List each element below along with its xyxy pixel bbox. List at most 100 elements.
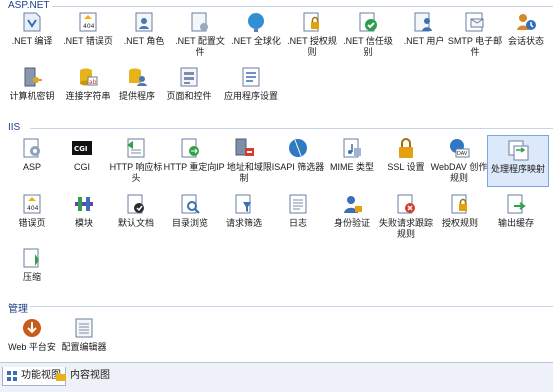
tile-asp[interactable]: ASP xyxy=(4,136,60,174)
tile-authentication[interactable]: 身份验证 xyxy=(324,192,380,230)
tile-label: 会话状态 xyxy=(507,36,544,46)
ip-restriction-icon xyxy=(235,138,254,156)
email-icon xyxy=(465,12,484,32)
svg-text:CGI: CGI xyxy=(74,145,88,153)
tile-label: 提供程序 xyxy=(118,91,155,101)
tile-label: HTTP 重定向 xyxy=(163,162,217,172)
directory-browse-icon xyxy=(181,194,200,214)
web-platform-icon xyxy=(23,319,41,337)
tile-failed-request-tracing[interactable]: 失败请求跟踪规则 xyxy=(378,192,434,242)
tile-label: SSL 设置 xyxy=(387,162,425,172)
tile-mime-types[interactable]: MIME 类型 xyxy=(324,136,380,174)
tile-net-authorization-rules[interactable]: .NET 授权规则 xyxy=(284,10,340,57)
tile-output-caching[interactable]: 输出缓存 xyxy=(488,192,544,230)
tile-configuration-editor[interactable]: 配置编辑器 xyxy=(56,316,112,354)
tile-authorization-rules[interactable]: 授权规则 xyxy=(432,192,488,230)
tile-label: IP 地址和域限制 xyxy=(216,162,272,183)
tile-compression[interactable]: 压缩 xyxy=(4,246,60,284)
tile-label: HTTP 响应标头 xyxy=(109,162,163,183)
feature-view-panel: ASP.NET .NET 编译 404 .NET 错误页 .NET 角色 .NE… xyxy=(0,0,553,362)
features-view-icon xyxy=(7,371,17,381)
tile-error-pages[interactable]: 404 错误页 xyxy=(4,192,60,230)
roles-icon xyxy=(135,12,153,32)
svg-text:ab: ab xyxy=(89,79,97,86)
tile-label: CGI xyxy=(73,162,90,172)
session-icon xyxy=(517,14,536,30)
tile-label: .NET 信任级别 xyxy=(343,36,393,57)
machine-key-icon xyxy=(24,67,42,87)
tile-label: 输出缓存 xyxy=(497,218,534,228)
tile-net-roles[interactable]: .NET 角色 xyxy=(116,10,172,48)
tile-net-compilation[interactable]: .NET 编译 xyxy=(4,10,60,48)
users-icon xyxy=(414,12,432,32)
tile-handler-mappings[interactable]: 处理程序映射 xyxy=(487,135,549,187)
compile-icon xyxy=(23,12,41,32)
tile-label: 模块 xyxy=(74,218,93,228)
content-view-icon xyxy=(56,373,66,381)
tile-label: 目录浏览 xyxy=(171,218,208,228)
section-divider xyxy=(30,306,553,307)
tile-net-trust-levels[interactable]: .NET 信任级别 xyxy=(340,10,396,57)
pages-controls-icon xyxy=(180,67,198,87)
tile-label: 日志 xyxy=(288,218,307,228)
section-title: IIS xyxy=(8,122,21,133)
default-document-icon xyxy=(127,194,144,214)
tile-session-state[interactable]: 会话状态 xyxy=(498,10,553,48)
trust-check-icon xyxy=(359,12,377,32)
failed-request-icon xyxy=(397,194,415,214)
tile-modules[interactable]: 模块 xyxy=(56,192,112,230)
compression-icon xyxy=(23,248,39,268)
tile-providers[interactable]: 提供程序 xyxy=(109,65,165,103)
section-divider xyxy=(30,128,553,129)
tile-cgi[interactable]: CGI CGI xyxy=(54,136,110,174)
handler-mapping-icon xyxy=(508,140,529,161)
tile-webdav-authoring-rules[interactable]: DAV WebDAV 创作规则 xyxy=(430,136,488,183)
tile-request-filtering[interactable]: 请求筛选 xyxy=(216,192,272,230)
modules-icon xyxy=(75,197,93,211)
tile-net-profile[interactable]: .NET 配置文件 xyxy=(172,10,228,57)
tile-label: 授权规则 xyxy=(441,218,478,228)
profile-icon xyxy=(191,12,208,32)
tile-net-error-pages[interactable]: 404 .NET 错误页 xyxy=(60,10,116,48)
tile-label: .NET 授权规则 xyxy=(287,36,337,57)
tile-app-settings[interactable]: 应用程序设置 xyxy=(220,65,282,103)
tile-pages-and-controls[interactable]: 页面和控件 xyxy=(161,65,217,103)
tile-net-globalization[interactable]: .NET 全球化 xyxy=(228,10,284,48)
tile-label: Web 平台安 xyxy=(8,342,56,352)
mime-types-icon xyxy=(343,138,361,158)
tile-machine-key[interactable]: 计算机密钥 xyxy=(4,65,60,103)
tile-label: 配置编辑器 xyxy=(61,342,107,352)
tile-label: ISAPI 筛选器 xyxy=(271,162,325,172)
tile-default-document[interactable]: 默认文档 xyxy=(108,192,164,230)
tile-web-platform-installer[interactable]: Web 平台安 xyxy=(4,316,60,354)
tile-label: SMTP 电子邮件 xyxy=(447,36,503,57)
tile-label: .NET 全球化 xyxy=(231,36,281,46)
tile-label: .NET 编译 xyxy=(11,36,53,46)
tab-label: 内容视图 xyxy=(70,370,110,381)
tile-http-response-headers[interactable]: HTTP 响应标头 xyxy=(108,136,164,183)
error-page-icon: 404 xyxy=(23,194,41,214)
tile-ssl-settings[interactable]: SSL 设置 xyxy=(378,136,434,174)
section-divider xyxy=(52,6,553,7)
tile-label: 压缩 xyxy=(22,272,41,282)
request-filter-icon xyxy=(235,194,251,214)
svg-text:404: 404 xyxy=(83,23,95,30)
tile-directory-browsing[interactable]: 目录浏览 xyxy=(162,192,218,230)
tile-label: 身份验证 xyxy=(333,218,370,228)
tile-logging[interactable]: 日志 xyxy=(270,192,326,230)
tile-label: 失败请求跟踪规则 xyxy=(378,218,433,239)
tile-isapi-filters[interactable]: ISAPI 筛选器 xyxy=(270,136,326,174)
tile-label: MIME 类型 xyxy=(330,162,374,172)
tile-label: ASP xyxy=(22,162,41,172)
tile-ip-domain-restrictions[interactable]: IP 地址和域限制 xyxy=(216,136,272,183)
tile-label: .NET 角色 xyxy=(123,36,165,46)
tile-label: WebDAV 创作规则 xyxy=(430,162,488,183)
connection-string-icon: ab xyxy=(80,68,98,86)
tile-http-redirect[interactable]: HTTP 重定向 xyxy=(162,136,218,174)
tab-content-view[interactable]: 内容视图 xyxy=(52,367,114,385)
tile-connection-strings[interactable]: ab 连接字符串 xyxy=(60,65,116,103)
logging-icon xyxy=(289,194,307,214)
tile-smtp-email[interactable]: SMTP 电子邮件 xyxy=(444,10,506,57)
isapi-filter-icon xyxy=(289,139,307,157)
globe-icon xyxy=(248,13,264,32)
